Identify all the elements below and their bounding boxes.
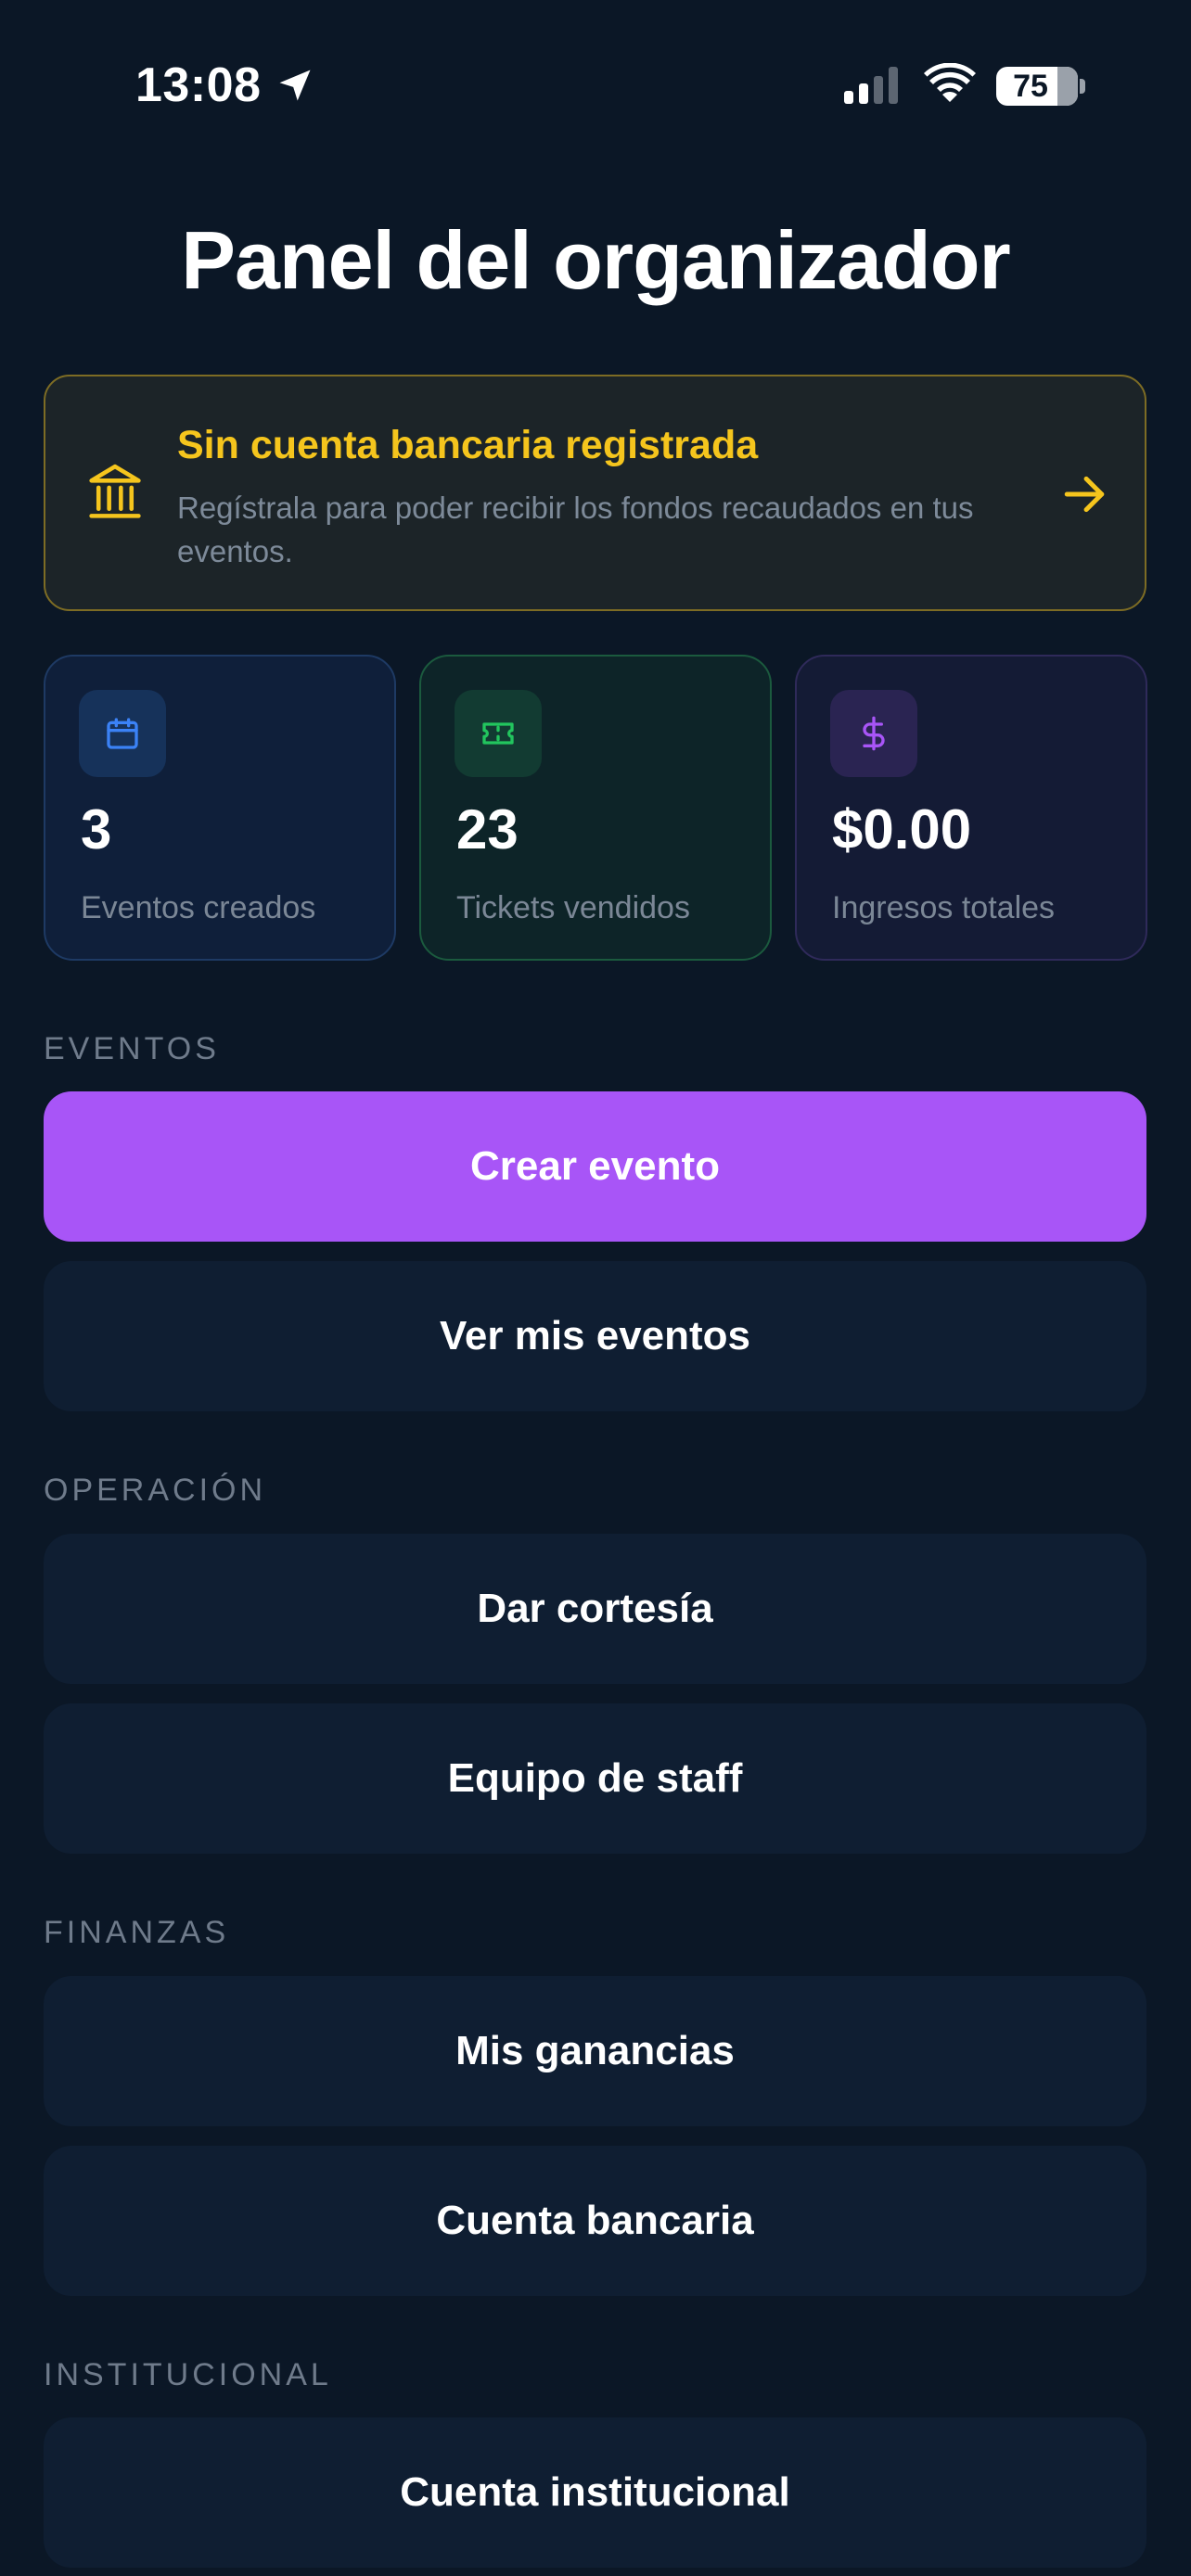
stat-label: Tickets vendidos <box>456 890 690 925</box>
stat-card-events-created: 3 Eventos creados <box>44 655 396 961</box>
section-label-institucional: INSTITUCIONAL <box>44 2357 332 2392</box>
banner-title: Sin cuenta bancaria registrada <box>177 423 759 467</box>
bank-account-warning-banner[interactable]: Sin cuenta bancaria registrada Regístral… <box>44 375 1146 611</box>
stat-value: 3 <box>81 798 112 861</box>
bank-icon <box>89 464 141 518</box>
battery-icon: 75 <box>996 67 1078 106</box>
stat-value: $0.00 <box>832 798 972 861</box>
banner-description: Regístrala para poder recibir los fondos… <box>177 491 974 568</box>
screen: 13:08 75 Panel del organizador Sin cuent… <box>0 0 1191 2576</box>
section-label-eventos: EVENTOS <box>44 1031 220 1066</box>
wifi-icon <box>924 63 976 102</box>
stat-icon-box <box>455 690 542 777</box>
battery-percent: 75 <box>1013 69 1048 104</box>
stat-value: 23 <box>456 798 519 861</box>
stat-card-total-revenue: $0.00 Ingresos totales <box>795 655 1147 961</box>
courtesy-button[interactable]: Dar cortesía <box>44 1534 1146 1684</box>
location-arrow-icon <box>279 70 311 101</box>
section-label-finanzas: FINANZAS <box>44 1915 230 1950</box>
stat-card-tickets-sold: 23 Tickets vendidos <box>419 655 772 961</box>
arrow-right-icon <box>1064 476 1105 513</box>
create-event-button[interactable]: Crear evento <box>44 1091 1146 1242</box>
section-label-operacion: OPERACIÓN <box>44 1473 267 1508</box>
ticket-icon <box>482 722 514 745</box>
cellular-signal-icon <box>844 67 898 104</box>
stat-icon-box <box>79 690 166 777</box>
my-earnings-button[interactable]: Mis ganancias <box>44 1976 1146 2126</box>
page-title: Panel del organizador <box>181 214 1010 306</box>
stat-label: Eventos creados <box>81 890 316 925</box>
bank-account-button[interactable]: Cuenta bancaria <box>44 2146 1146 2296</box>
staff-team-button[interactable]: Equipo de staff <box>44 1703 1146 1854</box>
my-events-button[interactable]: Ver mis eventos <box>44 1261 1146 1411</box>
stat-label: Ingresos totales <box>832 890 1056 925</box>
stat-icon-box <box>830 690 917 777</box>
status-bar: 13:08 75 <box>0 0 1191 139</box>
stats-row: 3 Eventos creados 23 Tickets vendidos $0… <box>44 655 1147 961</box>
calendar-icon <box>107 718 138 749</box>
status-time: 13:08 <box>135 58 262 112</box>
dollar-icon <box>863 716 885 751</box>
institutional-account-button[interactable]: Cuenta institucional <box>44 2417 1146 2568</box>
battery-tip <box>1080 79 1085 94</box>
